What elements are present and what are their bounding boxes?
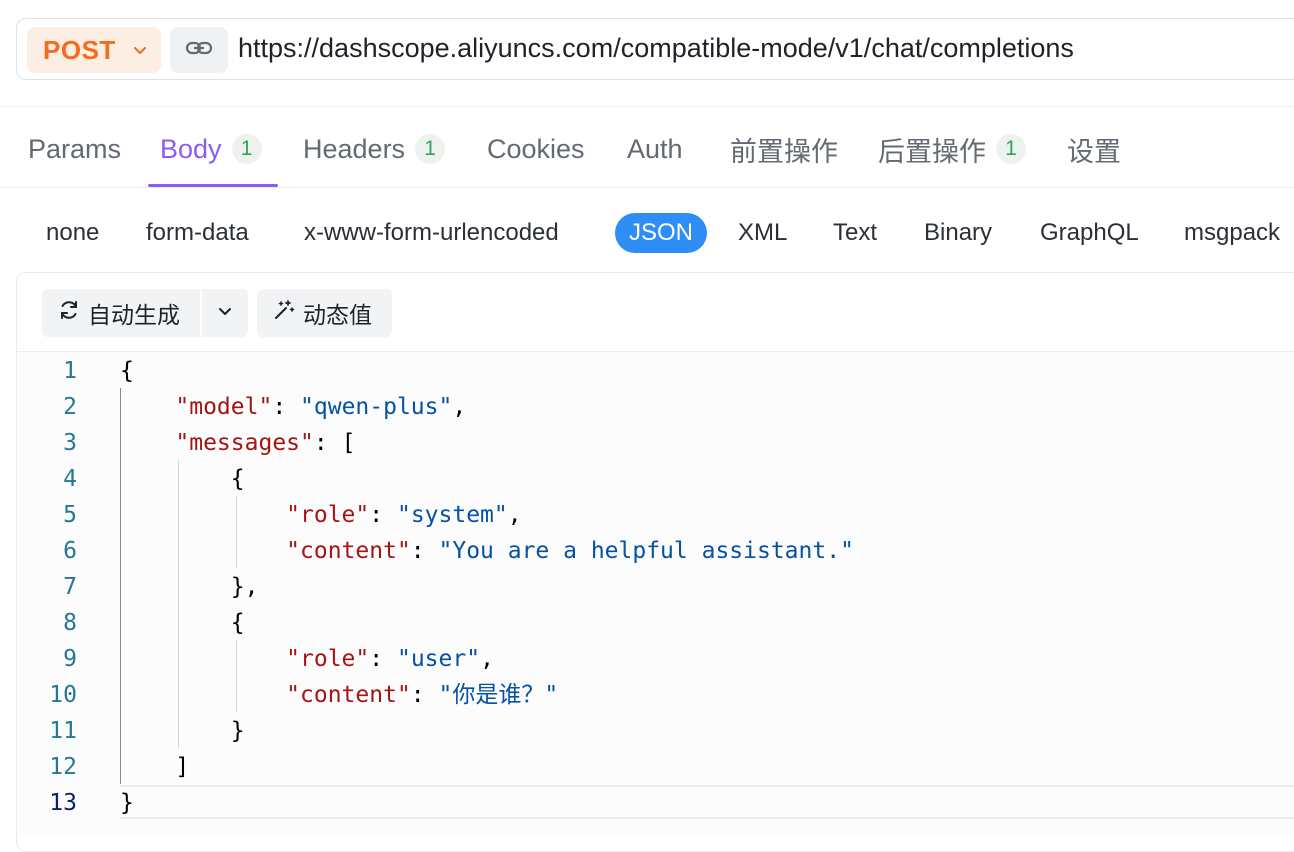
dynamic-value-label: 动态值 — [303, 302, 372, 328]
line-number: 5 — [63, 502, 77, 528]
line-number: 2 — [63, 394, 77, 420]
auto-generate-group: 自动生成 — [42, 289, 248, 337]
code-line: { — [120, 466, 245, 492]
tab-cookies[interactable]: Cookies — [487, 130, 585, 168]
tab-params[interactable]: Params — [28, 130, 121, 168]
count-badge: 1 — [231, 134, 262, 164]
divider — [0, 106, 1294, 107]
line-number: 4 — [63, 466, 77, 492]
tab-label: 前置操作 — [730, 136, 838, 167]
count-badge: 1 — [415, 134, 446, 164]
tab-label: Body — [160, 133, 222, 164]
body-type-binary[interactable]: Binary — [924, 213, 992, 253]
method-select[interactable]: POST — [27, 27, 161, 73]
line-number: 1 — [63, 358, 77, 384]
tab-label: Headers — [303, 133, 406, 164]
tab-pre-operations[interactable]: 前置操作 — [730, 130, 838, 168]
line-number: 12 — [49, 754, 77, 780]
line-number: 6 — [63, 538, 77, 564]
auto-generate-dropdown[interactable] — [202, 289, 248, 337]
code-line: } — [120, 718, 245, 744]
body-type-urlencoded[interactable]: x-www-form-urlencoded — [304, 213, 559, 253]
current-line-highlight — [120, 785, 1294, 819]
chevron-down-icon — [216, 302, 234, 325]
code-line: "content": "You are a helpful assistant.… — [286, 538, 854, 564]
auto-generate-button[interactable]: 自动生成 — [42, 289, 200, 337]
line-number: 3 — [63, 430, 77, 456]
tab-label: Params — [28, 133, 122, 164]
tab-label: 设置 — [1067, 136, 1121, 167]
tab-body[interactable]: Body 1 — [160, 130, 262, 168]
divider — [0, 187, 1294, 188]
tab-label: 后置操作 — [878, 136, 986, 167]
tab-post-operations[interactable]: 后置操作 1 — [878, 130, 1026, 168]
body-type-form-data[interactable]: form-data — [146, 213, 249, 253]
auto-generate-label: 自动生成 — [88, 302, 180, 328]
link-button[interactable] — [170, 27, 228, 73]
line-number: 10 — [49, 682, 77, 708]
body-type-text[interactable]: Text — [833, 213, 877, 253]
tab-settings[interactable]: 设置 — [1067, 130, 1121, 168]
body-type-msgpack[interactable]: msgpack — [1184, 213, 1280, 253]
tab-label: Cookies — [487, 133, 585, 164]
line-number: 11 — [49, 718, 77, 744]
link-icon — [185, 38, 213, 63]
line-number: 7 — [63, 574, 77, 600]
magic-wand-icon — [273, 299, 295, 327]
refresh-icon — [58, 299, 80, 327]
json-code-editor[interactable]: 1 2 3 4 5 6 7 8 9 10 11 12 13 { "model":… — [17, 352, 1294, 834]
body-type-json[interactable]: JSON — [615, 213, 708, 253]
method-label: POST — [43, 34, 116, 65]
code-line: { — [120, 610, 245, 636]
code-line: "model": "qwen-plus", — [175, 394, 467, 420]
count-badge: 1 — [996, 134, 1026, 164]
body-type-none[interactable]: none — [46, 213, 99, 253]
code-line: { — [120, 358, 134, 384]
line-number: 8 — [63, 610, 77, 636]
tab-headers[interactable]: Headers 1 — [303, 130, 446, 168]
line-number-current: 13 — [49, 790, 77, 816]
request-url-bar: POST https://dashscope.aliyuncs.com/comp… — [16, 18, 1294, 80]
body-type-xml[interactable]: XML — [738, 213, 787, 253]
code-line: "role": "system", — [286, 502, 522, 528]
code-line: "content": "你是谁？" — [286, 682, 559, 708]
line-number: 9 — [63, 646, 77, 672]
tab-auth[interactable]: Auth — [627, 130, 683, 168]
url-input[interactable]: https://dashscope.aliyuncs.com/compatibl… — [238, 33, 1074, 64]
code-line: }, — [120, 574, 259, 600]
dynamic-value-button[interactable]: 动态值 — [257, 289, 392, 337]
code-line: ] — [120, 754, 190, 780]
chevron-down-icon — [131, 41, 149, 64]
code-line: "role": "user", — [286, 646, 494, 672]
code-line: "messages": [ — [175, 430, 356, 456]
tab-label: Auth — [627, 133, 683, 164]
code-line: } — [120, 790, 134, 816]
body-type-graphql[interactable]: GraphQL — [1040, 213, 1139, 253]
